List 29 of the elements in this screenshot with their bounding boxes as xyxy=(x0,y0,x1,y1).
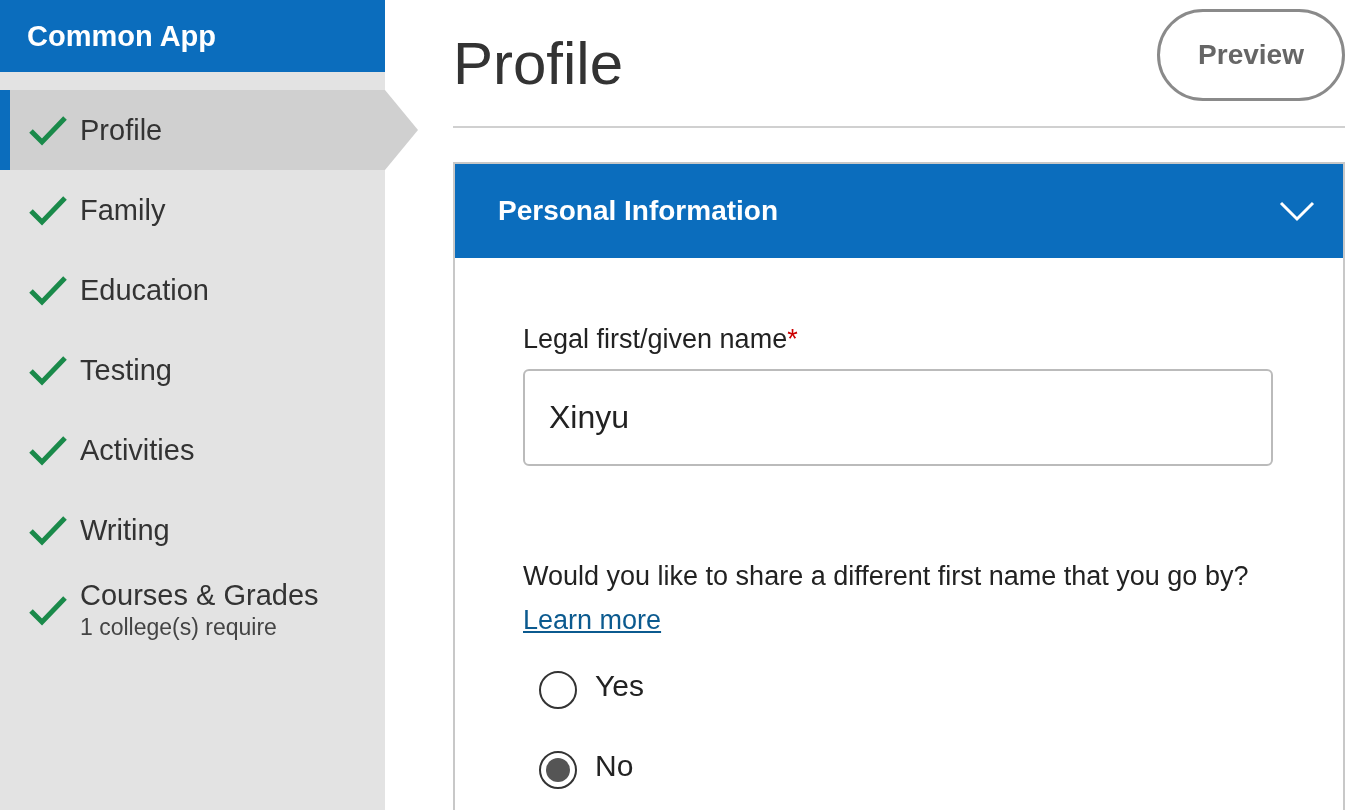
sidebar-item[interactable]: Writing xyxy=(0,490,385,570)
sidebar-item[interactable]: Family xyxy=(0,170,385,250)
sidebar-item-label: Testing xyxy=(80,353,172,387)
page-title: Profile xyxy=(453,28,624,98)
radio-label: Yes xyxy=(595,669,644,703)
sidebar-item-label: Courses & Grades xyxy=(80,579,319,612)
radio-label: No xyxy=(595,749,634,783)
sidebar-item[interactable]: Courses & Grades 1 college(s) require xyxy=(0,570,385,650)
section-header[interactable]: Personal Information xyxy=(455,164,1343,258)
sidebar-item-label: Family xyxy=(80,193,166,227)
radio-button[interactable] xyxy=(539,751,577,789)
sidebar-item-label: Education xyxy=(80,273,209,307)
preview-button[interactable]: Preview xyxy=(1157,9,1345,101)
sidebar-item[interactable]: Profile xyxy=(0,90,418,170)
question-text: Would you like to share a different first name that you go by? Learn more xyxy=(523,560,1250,637)
first-name-field[interactable]: Xinyu xyxy=(523,369,1273,466)
app-title: Common App xyxy=(0,0,385,72)
learn-more-link[interactable]: Learn more xyxy=(523,605,662,635)
sidebar-item-label: Activities xyxy=(80,433,195,467)
sidebar-item-label: Profile xyxy=(80,113,163,147)
sidebar-item[interactable]: Education xyxy=(0,250,385,330)
radio-button[interactable] xyxy=(539,671,577,709)
sidebar-item[interactable]: Activities xyxy=(0,410,385,490)
chevron-icon xyxy=(1279,200,1315,222)
field-label: Legal first/given name* xyxy=(523,324,799,355)
sidebar-item-label: Writing xyxy=(80,513,170,547)
sidebar-item-note: 1 college(s) require xyxy=(80,614,278,641)
sidebar-item[interactable]: Testing xyxy=(0,330,385,410)
section-title: Personal Information xyxy=(498,195,779,227)
